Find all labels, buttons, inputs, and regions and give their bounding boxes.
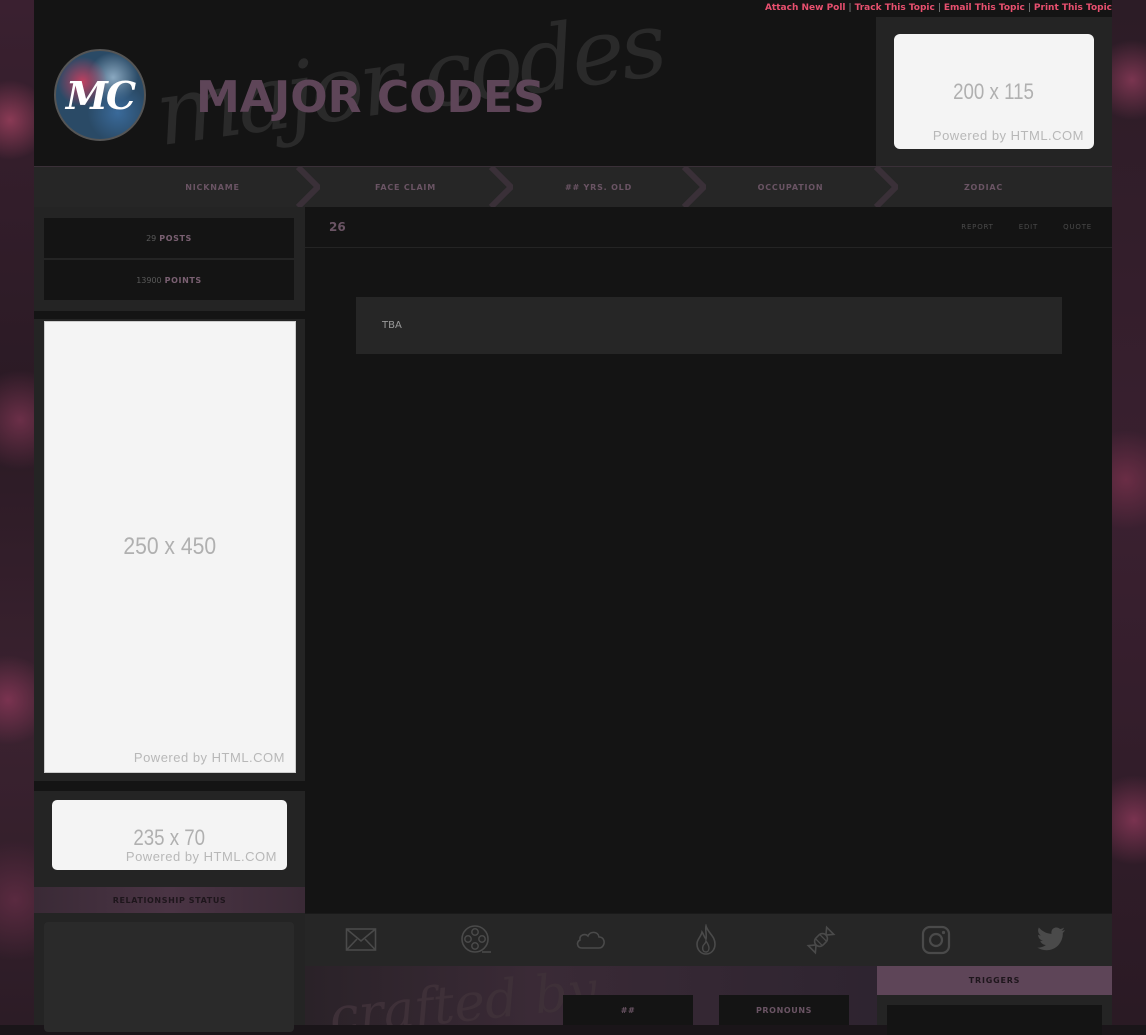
header-banner-panel: 200 x 115 Powered by HTML.COM (876, 17, 1112, 166)
mini-powered-label: Powered by HTML.COM (125, 849, 277, 864)
pronouns-tag: PRONOUNS (719, 995, 849, 1025)
triggers-box (887, 1005, 1102, 1035)
field-zodiac: ZODIAC (963, 182, 1004, 192)
profile-fields-bar: NICKNAME FACE CLAIM ## YRS. OLD OCCUPATI… (34, 166, 1112, 208)
track-topic-link[interactable]: Track This Topic (855, 3, 935, 13)
report-button[interactable]: REPORT (961, 223, 993, 231)
avatar-size-label: 250 x 450 (123, 533, 217, 560)
topic-options-bar: Attach New Poll | Track This Topic | Email T… (34, 0, 1112, 17)
triggers-header: TRIGGERS (877, 966, 1112, 995)
background-art-right (1112, 0, 1146, 1025)
field-occupation: OCCUPATION (757, 182, 824, 192)
avatar[interactable]: MC (54, 49, 146, 141)
post-number[interactable]: 26 (329, 220, 346, 234)
mini-size-label: 235 x 70 (133, 825, 206, 850)
triggers-panel (877, 995, 1112, 1035)
sidebar-divider (34, 311, 305, 319)
banner-size-label: 200 x 115 (953, 79, 1035, 104)
credits-script-watermark: crafted by (326, 966, 600, 1025)
post-wrapper: Attach New Poll | Track This Topic | Email T… (34, 0, 1112, 1035)
mail-icon[interactable] (345, 924, 377, 956)
field-face-claim: FACE CLAIM (375, 182, 436, 192)
post-body: TBA (305, 248, 1112, 913)
logo-monogram: MC (65, 72, 136, 118)
posts-stat: 29 POSTS (44, 218, 294, 258)
hashtag-tag: ## (563, 995, 693, 1025)
edit-button[interactable]: EDIT (1019, 223, 1038, 231)
sidebar-divider (34, 781, 305, 791)
page-title: MAJOR CODES (196, 72, 545, 123)
points-count: 13900 (136, 275, 162, 285)
background-art-left (0, 0, 34, 1025)
posts-count: 29 (146, 233, 157, 243)
points-stat: 13900 POINTS (44, 260, 294, 300)
candy-icon[interactable] (805, 924, 837, 956)
avatar-image: 250 x 450 Powered by HTML.COM (44, 321, 296, 773)
relationship-status-box (44, 922, 294, 1032)
film-reel-icon[interactable] (460, 924, 492, 956)
field-nickname: NICKNAME (185, 182, 240, 192)
post-content-box: TBA (356, 297, 1062, 354)
attach-poll-link[interactable]: Attach New Poll (765, 3, 846, 13)
post-actions: REPORT EDIT QUOTE (939, 223, 1092, 231)
posts-label: POSTS (159, 233, 192, 243)
twitter-icon[interactable] (1035, 924, 1067, 956)
cloud-icon[interactable] (575, 924, 607, 956)
mini-image: 235 x 70 Powered by HTML.COM (52, 800, 287, 870)
post-header-bar: 26 REPORT EDIT QUOTE (305, 207, 1112, 248)
points-label: POINTS (164, 275, 202, 285)
post-content: TBA (382, 320, 402, 331)
quote-button[interactable]: QUOTE (1063, 223, 1092, 231)
flame-icon[interactable] (690, 924, 722, 956)
field-age: ## YRS. OLD (564, 182, 633, 192)
print-topic-link[interactable]: Print This Topic (1034, 3, 1112, 13)
profile-header: major codes MC MAJOR CODES (34, 17, 876, 166)
avatar-powered-label: Powered by HTML.COM (133, 750, 285, 765)
banner-image: 200 x 115 Powered by HTML.COM (894, 34, 1094, 149)
social-icon-bar (305, 913, 1112, 966)
email-topic-link[interactable]: Email This Topic (944, 3, 1025, 13)
instagram-icon[interactable] (920, 924, 952, 956)
credits-panel: crafted by ## PRONOUNS (305, 966, 877, 1025)
banner-powered-label: Powered by HTML.COM (932, 128, 1084, 143)
relationship-status-header: RELATIONSHIP STATUS (34, 887, 305, 913)
